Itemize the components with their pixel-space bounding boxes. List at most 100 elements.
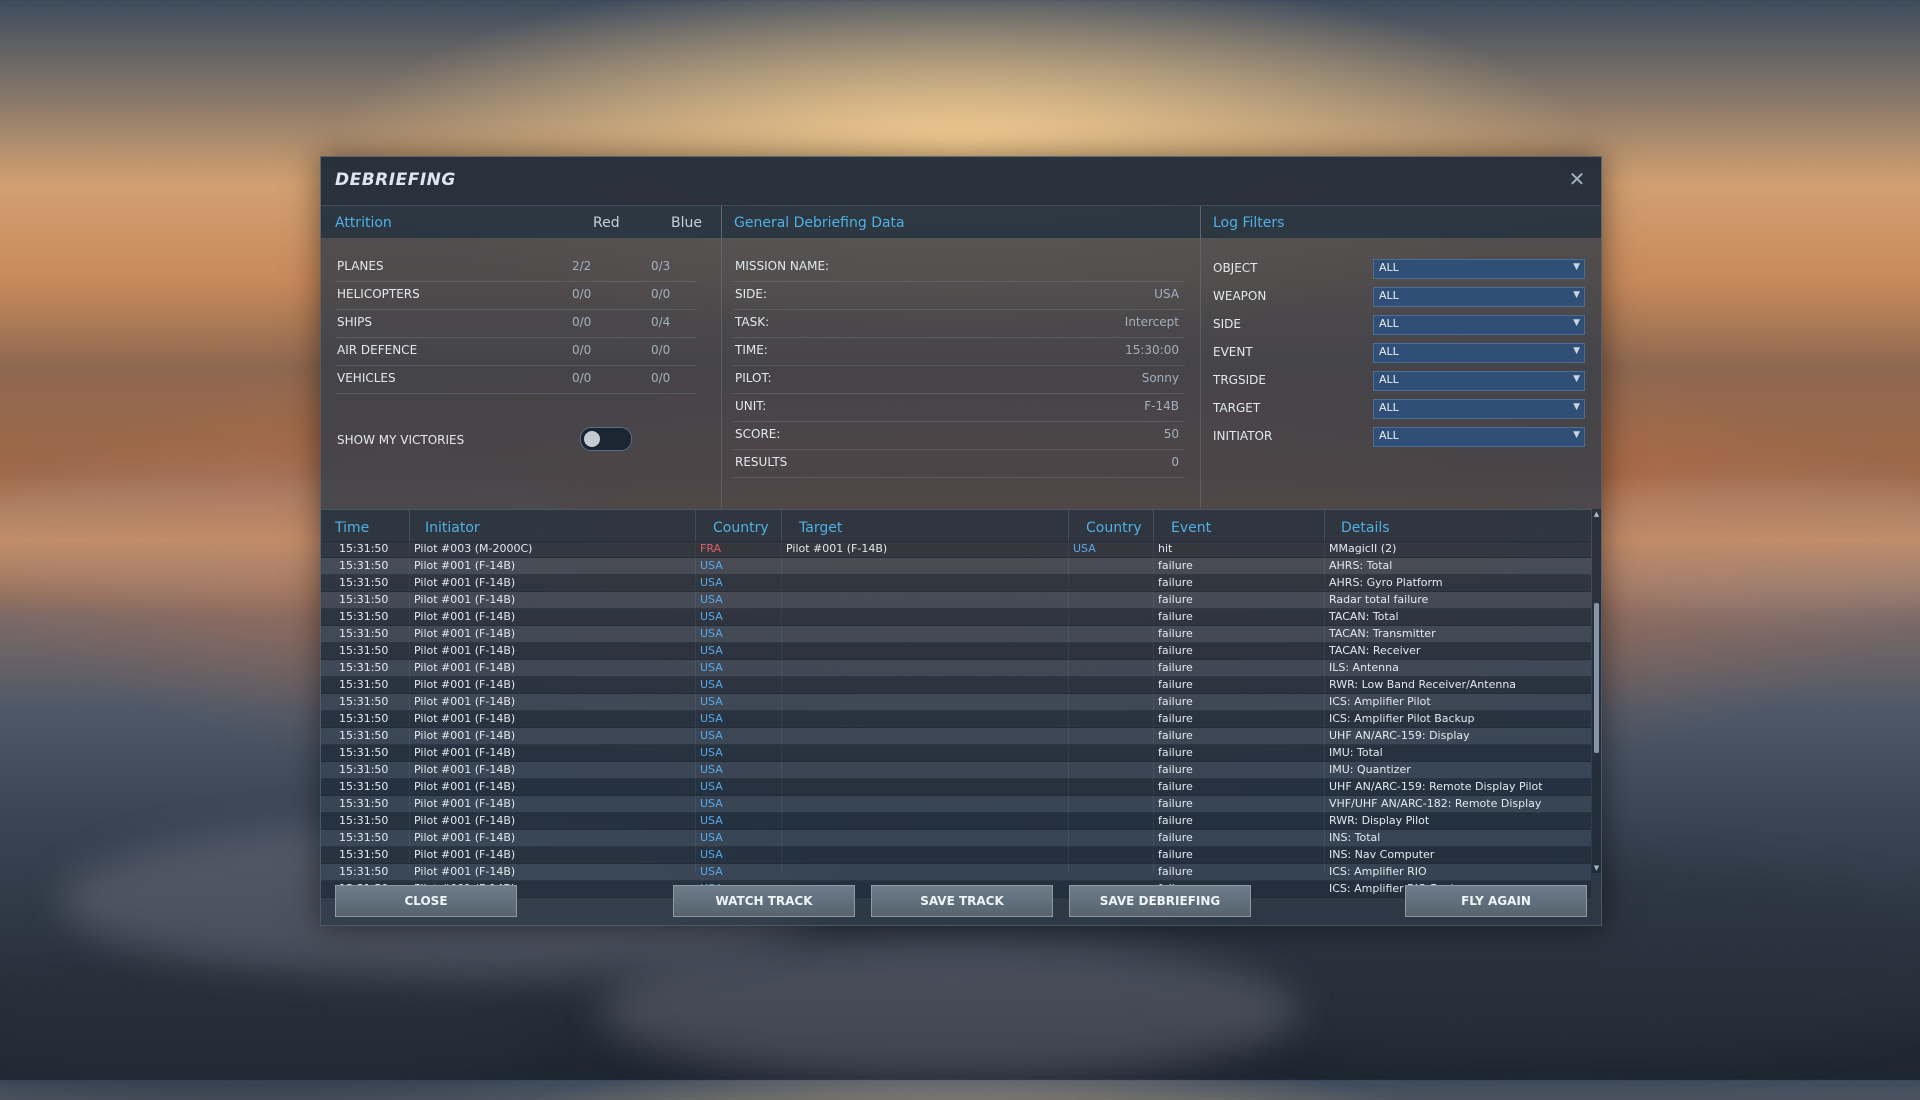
row-time: 15:31:50 <box>339 610 389 623</box>
close-button[interactable]: CLOSE <box>335 885 517 917</box>
table-row[interactable]: 15:31:50 Pilot #001 (F-14B) USA failure Rada… <box>321 592 1591 609</box>
arrow-up-icon[interactable]: ▲ <box>1592 509 1601 519</box>
filter-select-side[interactable]: ALL ▼ <box>1373 315 1585 335</box>
log-header-initiator[interactable]: Initiator <box>425 520 480 536</box>
row-initiator-country: USA <box>700 780 723 793</box>
dialog-titlebar: DEBRIEFING ✕ <box>321 157 1601 206</box>
row-details: IMU: Quantizer <box>1329 763 1411 776</box>
row-initiator-country: USA <box>700 695 723 708</box>
log-header-event[interactable]: Event <box>1171 520 1211 536</box>
row-details: AHRS: Gyro Platform <box>1329 576 1443 589</box>
row-event: hit <box>1158 542 1173 555</box>
save-track-button[interactable]: SAVE TRACK <box>871 885 1053 917</box>
row-event: failure <box>1158 780 1193 793</box>
row-details: IMU: Total <box>1329 746 1383 759</box>
attrition-row-red: 0/0 <box>572 315 592 329</box>
filter-select-object[interactable]: ALL ▼ <box>1373 259 1585 279</box>
table-row[interactable]: 15:31:50 Pilot #001 (F-14B) USA failure INS:… <box>321 830 1591 847</box>
row-event: failure <box>1158 678 1193 691</box>
row-initiator: Pilot #001 (F-14B) <box>414 848 516 861</box>
row-details: AHRS: Total <box>1329 559 1393 572</box>
row-details: INS: Nav Computer <box>1329 848 1435 861</box>
filter-select-weapon[interactable]: ALL ▼ <box>1373 287 1585 307</box>
attrition-row-red: 0/0 <box>572 343 592 357</box>
table-row[interactable]: 15:31:50 Pilot #001 (F-14B) USA failure TACA… <box>321 643 1591 660</box>
row-details: ICS: Amplifier Pilot <box>1329 695 1431 708</box>
table-row[interactable]: 15:31:50 Pilot #001 (F-14B) USA failure ICS:… <box>321 711 1591 728</box>
log-header-details[interactable]: Details <box>1341 520 1390 536</box>
row-details: TACAN: Total <box>1329 610 1399 623</box>
table-row[interactable]: 15:31:50 Pilot #001 (F-14B) USA failure UHF … <box>321 779 1591 796</box>
chevron-down-icon: ▼ <box>1573 374 1580 384</box>
filters-title: Log Filters <box>1213 215 1285 231</box>
row-time: 15:31:50 <box>339 712 389 725</box>
attrition-row-label: SHIPS <box>337 315 373 329</box>
table-row[interactable]: 15:31:50 Pilot #001 (F-14B) USA failure IMU:… <box>321 745 1591 762</box>
filter-select-event[interactable]: ALL ▼ <box>1373 343 1585 363</box>
attrition-row: VEHICLES 0/0 0/0 <box>335 365 697 394</box>
general-row-label: RESULTS <box>735 455 788 469</box>
filter-label: TARGET <box>1213 401 1261 415</box>
row-event: failure <box>1158 848 1193 861</box>
table-row[interactable]: 15:31:50 Pilot #001 (F-14B) USA failure VHF/… <box>321 796 1591 813</box>
table-row[interactable]: 15:31:50 Pilot #001 (F-14B) USA failure TACA… <box>321 626 1591 643</box>
section-divider <box>1200 206 1201 508</box>
row-initiator-country: USA <box>700 797 723 810</box>
row-time: 15:31:50 <box>339 559 389 572</box>
attrition-row: HELICOPTERS 0/0 0/0 <box>335 281 697 310</box>
general-row-label: TASK: <box>735 315 770 329</box>
row-initiator-country: USA <box>700 559 723 572</box>
row-event: failure <box>1158 763 1193 776</box>
filter-select-value: ALL <box>1379 345 1399 358</box>
table-row[interactable]: 15:31:50 Pilot #001 (F-14B) USA failure RWR:… <box>321 813 1591 830</box>
general-row: TASK: Intercept <box>733 309 1185 338</box>
row-event: failure <box>1158 644 1193 657</box>
general-row-value: 50 <box>1163 427 1179 441</box>
table-row[interactable]: 15:31:50 Pilot #001 (F-14B) USA failure UHF … <box>321 728 1591 745</box>
table-row[interactable]: 15:31:50 Pilot #001 (F-14B) USA failure INS:… <box>321 847 1591 864</box>
show-victories-toggle[interactable] <box>580 427 632 451</box>
watch-track-button[interactable]: WATCH TRACK <box>673 885 855 917</box>
log-scrollbar[interactable]: ▲ ▼ <box>1592 509 1601 873</box>
attrition-row-blue: 0/3 <box>651 259 671 273</box>
row-target: Pilot #001 (F-14B) <box>786 542 888 555</box>
row-time: 15:31:50 <box>339 729 389 742</box>
table-row[interactable]: 15:31:50 Pilot #001 (F-14B) USA failure AHRS… <box>321 575 1591 592</box>
general-row-label: SCORE: <box>735 427 781 441</box>
chevron-down-icon: ▼ <box>1573 262 1580 272</box>
row-initiator-country: USA <box>700 678 723 691</box>
row-initiator: Pilot #001 (F-14B) <box>414 746 516 759</box>
log-header-target-country[interactable]: Country <box>1086 520 1142 536</box>
row-details: INS: Total <box>1329 831 1381 844</box>
general-row: PILOT: Sonny <box>733 365 1185 394</box>
table-row[interactable]: 15:31:50 Pilot #003 (M-2000C) FRA Pilot #00… <box>321 541 1591 558</box>
debriefing-dialog: DEBRIEFING ✕ Attrition Red Blue PLANES 2/… <box>320 156 1602 926</box>
row-event: failure <box>1158 593 1193 606</box>
table-row[interactable]: 15:31:50 Pilot #001 (F-14B) USA failure IMU:… <box>321 762 1591 779</box>
fly-again-button[interactable]: FLY AGAIN <box>1405 885 1587 917</box>
chevron-down-icon: ▼ <box>1573 290 1580 300</box>
arrow-down-icon[interactable]: ▼ <box>1592 863 1601 873</box>
filter-select-trgside[interactable]: ALL ▼ <box>1373 371 1585 391</box>
save-debriefing-button[interactable]: SAVE DEBRIEFING <box>1069 885 1251 917</box>
row-details: UHF AN/ARC-159: Remote Display Pilot <box>1329 780 1543 793</box>
row-initiator-country: USA <box>700 763 723 776</box>
table-row[interactable]: 15:31:50 Pilot #001 (F-14B) USA failure AHRS… <box>321 558 1591 575</box>
filter-select-target[interactable]: ALL ▼ <box>1373 399 1585 419</box>
close-icon[interactable]: ✕ <box>1565 167 1589 191</box>
log-header-initiator-country[interactable]: Country <box>713 520 769 536</box>
row-time: 15:31:50 <box>339 831 389 844</box>
filter-select-initiator[interactable]: ALL ▼ <box>1373 427 1585 447</box>
table-row[interactable]: 15:31:50 Pilot #001 (F-14B) USA failure ILS:… <box>321 660 1591 677</box>
filter-label: INITIATOR <box>1213 429 1273 443</box>
row-initiator: Pilot #001 (F-14B) <box>414 797 516 810</box>
table-row[interactable]: 15:31:50 Pilot #001 (F-14B) USA failure TACA… <box>321 609 1591 626</box>
scroll-thumb[interactable] <box>1594 603 1599 753</box>
table-row[interactable]: 15:31:50 Pilot #001 (F-14B) USA failure ICS:… <box>321 694 1591 711</box>
row-event: failure <box>1158 627 1193 640</box>
table-row[interactable]: 15:31:50 Pilot #001 (F-14B) USA failure RWR:… <box>321 677 1591 694</box>
table-row[interactable]: 15:31:50 Pilot #001 (F-14B) USA failure ICS:… <box>321 864 1591 881</box>
attrition-blue-header: Blue <box>671 215 702 231</box>
log-header-target[interactable]: Target <box>799 520 842 536</box>
log-header-time[interactable]: Time <box>335 520 369 536</box>
